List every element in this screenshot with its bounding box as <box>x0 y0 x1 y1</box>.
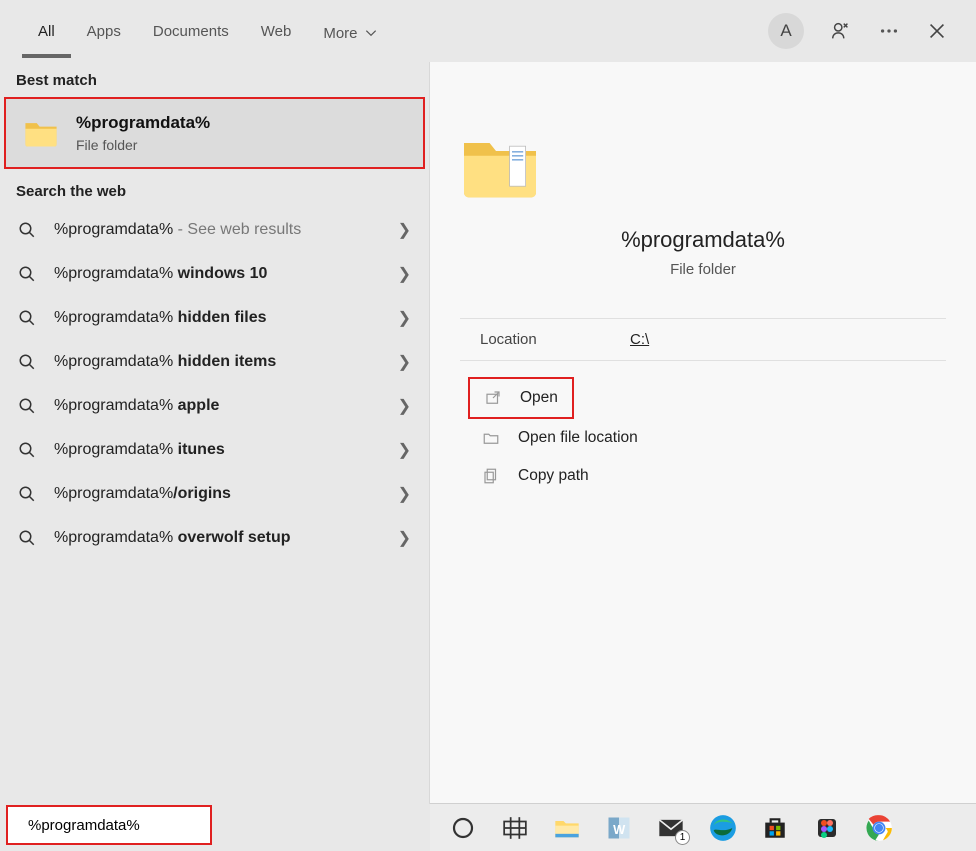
word-icon[interactable]: W <box>604 813 634 843</box>
search-icon <box>18 441 36 459</box>
action-open-file-location[interactable]: Open file location <box>468 419 938 457</box>
cortana-icon[interactable] <box>448 813 478 843</box>
user-avatar[interactable]: A <box>768 13 804 49</box>
edge-icon[interactable] <box>708 813 738 843</box>
action-label: Open <box>520 389 558 407</box>
open-icon <box>484 389 502 407</box>
preview-subtitle: File folder <box>460 261 946 278</box>
search-icon <box>18 397 36 415</box>
chevron-right-icon: ❯ <box>398 528 411 548</box>
web-result[interactable]: %programdata% itunes ❯ <box>0 428 429 472</box>
mail-badge: 1 <box>675 830 690 845</box>
preview-panel: %programdata% File folder Location C:\ O… <box>430 62 976 804</box>
close-icon[interactable] <box>926 20 948 42</box>
folder-large-icon <box>460 132 540 202</box>
tab-documents[interactable]: Documents <box>137 5 245 58</box>
chevron-right-icon: ❯ <box>398 308 411 328</box>
action-label: Copy path <box>518 467 589 485</box>
mail-icon[interactable]: 1 <box>656 813 686 843</box>
folder-icon <box>24 118 58 148</box>
location-row: Location C:\ <box>460 318 946 361</box>
chevron-right-icon: ❯ <box>398 352 411 372</box>
web-result[interactable]: %programdata% hidden files ❯ <box>0 296 429 340</box>
web-result[interactable]: %programdata% - See web results ❯ <box>0 208 429 252</box>
web-result[interactable]: %programdata% windows 10 ❯ <box>0 252 429 296</box>
task-view-icon[interactable] <box>500 813 530 843</box>
action-label: Open file location <box>518 429 638 447</box>
web-result-text: %programdata% itunes <box>54 441 380 459</box>
chevron-right-icon: ❯ <box>398 440 411 460</box>
search-input[interactable] <box>28 817 227 834</box>
web-result-text: %programdata% - See web results <box>54 221 380 239</box>
preview-title: %programdata% <box>460 227 946 253</box>
more-options-icon[interactable] <box>878 20 900 42</box>
tab-all[interactable]: All <box>22 5 71 58</box>
copy-icon <box>482 467 500 485</box>
web-result[interactable]: %programdata%/origins ❯ <box>0 472 429 516</box>
chevron-right-icon: ❯ <box>398 220 411 240</box>
search-icon <box>18 353 36 371</box>
web-result[interactable]: %programdata% hidden items ❯ <box>0 340 429 384</box>
tab-apps[interactable]: Apps <box>71 5 137 58</box>
microsoft-store-icon[interactable] <box>760 813 790 843</box>
web-result-text: %programdata% windows 10 <box>54 265 380 283</box>
web-result[interactable]: %programdata% overwolf setup ❯ <box>0 516 429 560</box>
search-box[interactable] <box>6 805 212 845</box>
web-result-text: %programdata% hidden files <box>54 309 380 327</box>
best-match-text: %programdata% File folder <box>76 113 210 153</box>
chevron-right-icon: ❯ <box>398 484 411 504</box>
web-result-text: %programdata%/origins <box>54 485 380 503</box>
web-result-text: %programdata% overwolf setup <box>54 529 380 547</box>
svg-text:W: W <box>613 821 626 836</box>
best-match-title: %programdata% <box>76 113 210 133</box>
taskbar: W 1 <box>430 803 976 851</box>
location-label: Location <box>480 331 630 348</box>
search-icon <box>18 529 36 547</box>
action-list: Open Open file location Copy path <box>460 377 946 495</box>
search-icon <box>18 485 36 503</box>
main-split: Best match %programdata% File folder Sea… <box>0 62 976 804</box>
tab-web[interactable]: Web <box>245 5 308 58</box>
tab-more[interactable]: More <box>307 5 393 58</box>
search-icon <box>18 221 36 239</box>
web-result[interactable]: %programdata% apple ❯ <box>0 384 429 428</box>
figma-icon[interactable] <box>812 813 842 843</box>
chrome-icon[interactable] <box>864 813 894 843</box>
action-copy-path[interactable]: Copy path <box>468 457 938 495</box>
feedback-icon[interactable] <box>830 20 852 42</box>
file-explorer-icon[interactable] <box>552 813 582 843</box>
best-match-subtitle: File folder <box>76 137 210 153</box>
results-panel: Best match %programdata% File folder Sea… <box>0 62 430 804</box>
chevron-right-icon: ❯ <box>398 264 411 284</box>
action-open[interactable]: Open <box>468 377 574 419</box>
chevron-down-icon <box>364 26 378 40</box>
tab-more-label: More <box>323 25 357 42</box>
search-icon <box>18 309 36 327</box>
chevron-right-icon: ❯ <box>398 396 411 416</box>
location-link[interactable]: C:\ <box>630 331 649 348</box>
header-tabs: All Apps Documents Web More <box>22 5 394 58</box>
search-icon <box>18 265 36 283</box>
header-right: A <box>768 13 968 49</box>
best-match-label: Best match <box>0 62 429 97</box>
search-web-label: Search the web <box>0 173 429 208</box>
header-bar: All Apps Documents Web More A <box>0 0 976 62</box>
best-match-result[interactable]: %programdata% File folder <box>4 97 425 169</box>
folder-open-icon <box>482 429 500 447</box>
web-result-text: %programdata% hidden items <box>54 353 380 371</box>
web-result-text: %programdata% apple <box>54 397 380 415</box>
